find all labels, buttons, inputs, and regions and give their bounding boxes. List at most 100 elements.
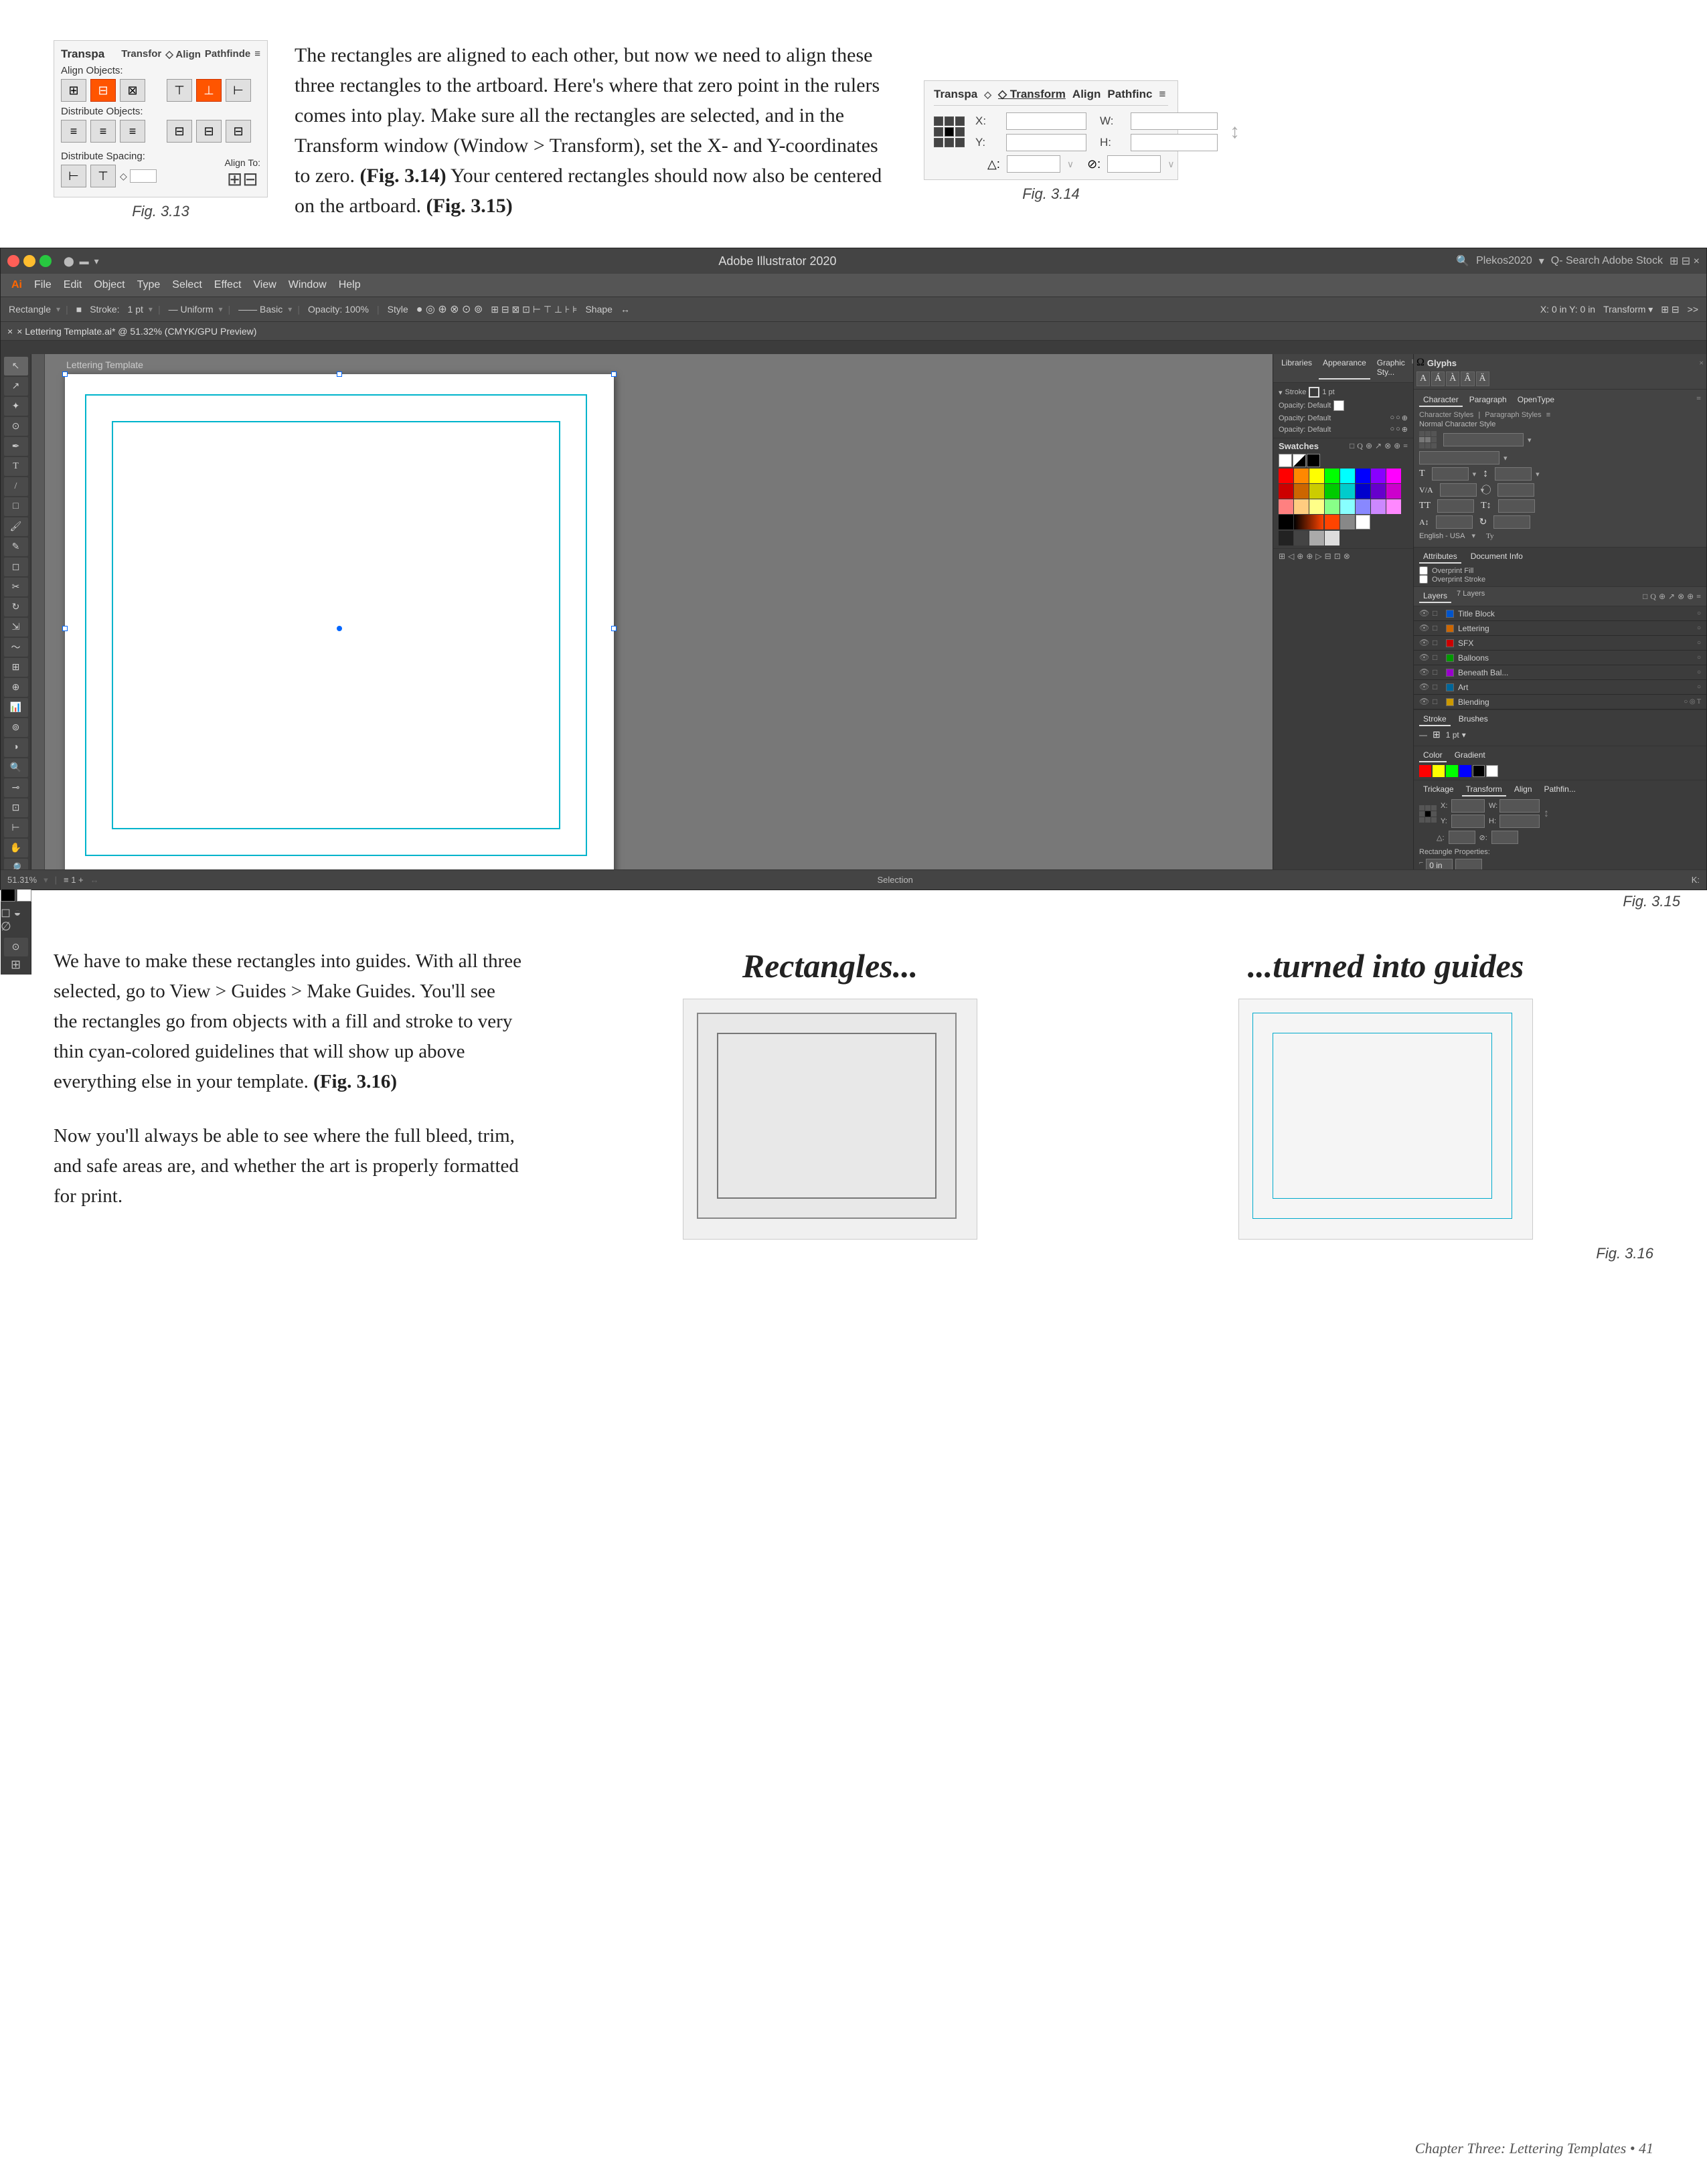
align-center-h-btn[interactable]: ⊟ bbox=[90, 79, 116, 102]
color-blue[interactable] bbox=[1459, 765, 1471, 777]
kern-input[interactable]: Auto bbox=[1440, 483, 1477, 497]
shape-label[interactable]: Shape bbox=[582, 304, 615, 315]
sw-18[interactable] bbox=[1294, 499, 1309, 514]
glyph-c[interactable]: À bbox=[1446, 371, 1459, 386]
draw-mode[interactable]: ⊙ bbox=[4, 938, 28, 956]
sw-8[interactable] bbox=[1386, 469, 1401, 483]
align-left-btn[interactable]: ⊞ bbox=[61, 79, 86, 102]
warp-tool[interactable]: 〜 bbox=[4, 638, 28, 657]
sw-gray[interactable] bbox=[1340, 515, 1355, 529]
props-y-input[interactable]: 0 in bbox=[1451, 815, 1485, 828]
layers-icon1[interactable]: □ bbox=[1643, 592, 1647, 602]
align-tab3[interactable]: Pathfinde bbox=[205, 48, 250, 60]
align-tab-b[interactable]: Align bbox=[1510, 783, 1536, 796]
mesh-tool[interactable]: ⊚ bbox=[4, 718, 28, 737]
graphic-sty-tab[interactable]: Graphic Sty... bbox=[1373, 357, 1409, 380]
sw-icon6[interactable]: ⊕ bbox=[1394, 441, 1400, 451]
color-white[interactable] bbox=[1486, 765, 1498, 777]
sw-21[interactable] bbox=[1340, 499, 1355, 514]
menu-help[interactable]: Help bbox=[333, 279, 366, 291]
menu-object[interactable]: Object bbox=[88, 279, 130, 291]
layers-tab[interactable]: Layers bbox=[1419, 590, 1451, 603]
scissors[interactable]: ✂ bbox=[4, 578, 28, 596]
menu-window[interactable]: Window bbox=[283, 279, 332, 291]
layers-icon5[interactable]: ⊗ bbox=[1678, 592, 1684, 602]
sw-ltgray[interactable] bbox=[1309, 531, 1324, 545]
sw-icon1[interactable]: □ bbox=[1350, 441, 1354, 451]
transform-tab4[interactable]: Pathfinc bbox=[1107, 88, 1152, 101]
dist-left-btn[interactable]: ≡ bbox=[61, 120, 86, 143]
pencil[interactable]: ✎ bbox=[4, 537, 28, 556]
x-value-input[interactable]: 0 in bbox=[1006, 112, 1086, 130]
doc-info-tab[interactable]: Document Info bbox=[1467, 550, 1527, 564]
dist-space-h-btn[interactable]: ⊢ bbox=[61, 165, 86, 187]
font-name-dropdown[interactable]: ▾ bbox=[1528, 436, 1532, 444]
app-fill-color[interactable] bbox=[1333, 400, 1344, 411]
pathfinder-tab[interactable]: Pathfin... bbox=[1540, 783, 1580, 796]
app-stroke-color[interactable] bbox=[1309, 387, 1319, 398]
sw-black[interactable] bbox=[1307, 454, 1320, 467]
layer-eye-3[interactable]: 👁 bbox=[1419, 638, 1429, 648]
shape-dropdown[interactable]: ↔ bbox=[618, 304, 633, 315]
sw-7[interactable] bbox=[1371, 469, 1386, 483]
leading-input[interactable]: (14.4 pt) bbox=[1495, 467, 1532, 481]
char-tab-paragraph[interactable]: Paragraph bbox=[1465, 394, 1511, 407]
symbol-spray[interactable]: ⊕ bbox=[4, 678, 28, 697]
uniform-dropdown[interactable]: ▾ bbox=[218, 305, 222, 315]
align-tab1[interactable]: Transfor bbox=[121, 48, 161, 60]
stroke-tab[interactable]: Stroke bbox=[1419, 713, 1451, 726]
layer-beneath-bal[interactable]: 👁 □ Beneath Bal... ○ bbox=[1414, 665, 1706, 680]
sw-1[interactable] bbox=[1279, 469, 1293, 483]
layer-eye-1[interactable]: 👁 bbox=[1419, 608, 1429, 618]
eraser[interactable]: ◻ bbox=[4, 558, 28, 576]
cp-icon6[interactable]: ⊟ bbox=[1325, 552, 1331, 562]
transform-tab1[interactable]: Transpa bbox=[934, 88, 977, 101]
props-shear-input[interactable]: 0° bbox=[1491, 831, 1518, 844]
layer-lock-3[interactable]: □ bbox=[1433, 638, 1442, 648]
lang-dropdown[interactable]: ▾ bbox=[1471, 531, 1475, 540]
sw-medgray[interactable] bbox=[1294, 531, 1309, 545]
maximize-btn[interactable] bbox=[39, 255, 52, 267]
shear-input[interactable]: 0° bbox=[1107, 155, 1161, 173]
kern-dropdown[interactable]: ▾ bbox=[1481, 486, 1485, 495]
sw-20[interactable] bbox=[1325, 499, 1339, 514]
menu-edit[interactable]: Edit bbox=[58, 279, 88, 291]
menu-effect[interactable]: Effect bbox=[209, 279, 247, 291]
angle-input[interactable]: 0° bbox=[1007, 155, 1060, 173]
selection-tool[interactable]: ↖ bbox=[4, 357, 28, 375]
transform-tab3[interactable]: Align bbox=[1072, 88, 1101, 101]
y-value-input[interactable]: 0 in bbox=[1006, 134, 1086, 151]
layer-eye-5[interactable]: 👁 bbox=[1419, 667, 1429, 677]
style-label[interactable]: Style bbox=[385, 304, 411, 315]
handle-tr[interactable] bbox=[611, 371, 617, 377]
props-h-input[interactable]: 10.4375 in bbox=[1499, 815, 1540, 828]
appearance-tab[interactable]: Appearance bbox=[1319, 357, 1370, 380]
sw-icon3[interactable]: ⊕ bbox=[1366, 441, 1372, 451]
gradient-tool[interactable]: ◑ bbox=[4, 738, 28, 757]
layer-lock-6[interactable]: □ bbox=[1433, 682, 1442, 692]
paintbrush[interactable]: 🖌 bbox=[4, 517, 28, 536]
line-tool[interactable]: / bbox=[4, 477, 28, 496]
handle-mr[interactable] bbox=[611, 626, 617, 631]
stroke-dropdown2[interactable]: ▾ bbox=[1462, 730, 1466, 740]
sw-23[interactable] bbox=[1371, 499, 1386, 514]
sw-icon2[interactable]: Q bbox=[1357, 441, 1363, 451]
app-ctrl4[interactable]: ○ bbox=[1390, 425, 1394, 434]
sw-none[interactable] bbox=[1293, 454, 1306, 467]
align-center-v-btn[interactable]: ⊥ bbox=[196, 79, 222, 102]
tracking-input[interactable]: 0 bbox=[1497, 483, 1534, 497]
gradient-tab[interactable]: Gradient bbox=[1451, 749, 1489, 762]
baseline-input[interactable]: 0 pt bbox=[1436, 515, 1473, 529]
color-black[interactable] bbox=[1473, 765, 1485, 777]
glyphs-close[interactable]: × bbox=[1699, 358, 1704, 368]
align-menu-icon[interactable]: ≡ bbox=[254, 48, 260, 60]
layer-eye-6[interactable]: 👁 bbox=[1419, 682, 1429, 692]
type-tool[interactable]: T bbox=[4, 457, 28, 476]
sw-5[interactable] bbox=[1340, 469, 1355, 483]
menu-view[interactable]: View bbox=[248, 279, 281, 291]
glyph-a[interactable]: A bbox=[1416, 371, 1430, 386]
layer-balloons[interactable]: 👁 □ Balloons ○ bbox=[1414, 651, 1706, 665]
doc-tab-x[interactable]: × bbox=[7, 326, 13, 337]
props-angle-input[interactable]: 0° bbox=[1449, 831, 1475, 844]
sw-14[interactable] bbox=[1356, 484, 1370, 499]
